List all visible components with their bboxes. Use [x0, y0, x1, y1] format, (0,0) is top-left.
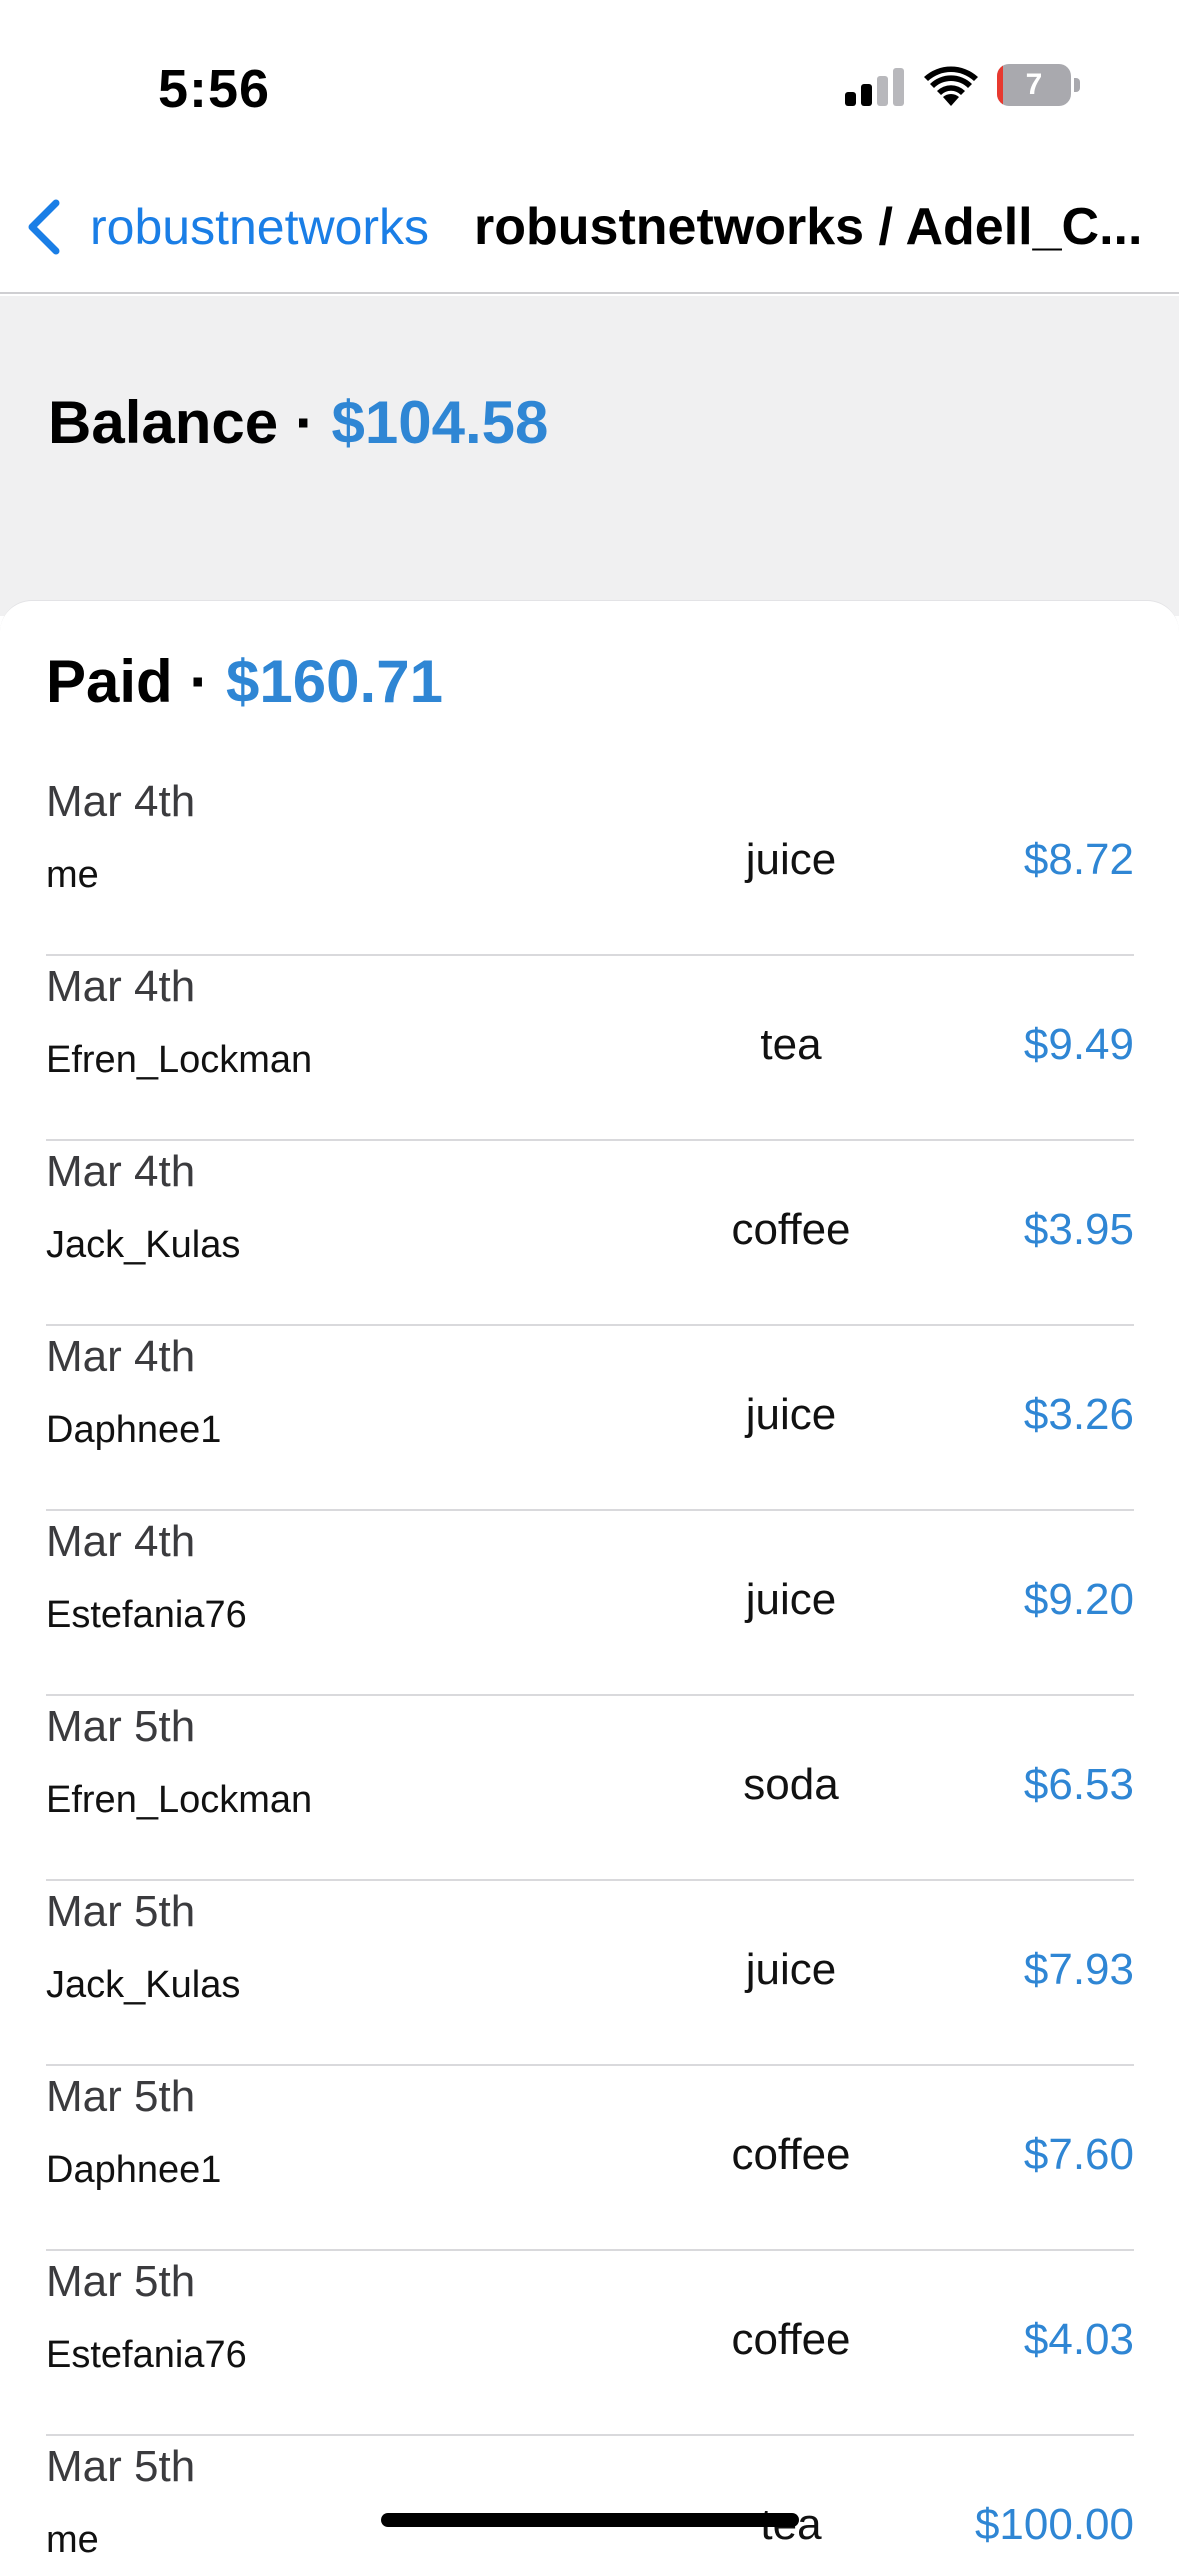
transaction-amount: $8.72 — [1023, 835, 1134, 884]
transaction-amount: $9.20 — [1023, 1575, 1134, 1624]
transaction-person: Daphnee1 — [46, 1409, 222, 1451]
balance-row: Balance · $104.58 — [48, 388, 548, 457]
transaction-person: Estefania76 — [46, 2334, 247, 2376]
transaction-item: juice — [745, 1575, 837, 1624]
status-time: 5:56 — [158, 59, 271, 119]
transaction-item: tea — [760, 1020, 822, 1069]
transaction-row[interactable]: Mar 4th Jack_Kulas coffee $3.95 — [46, 1141, 1134, 1326]
paid-header: Paid · $160.71 — [46, 647, 443, 716]
transaction-amount: $3.95 — [1023, 1205, 1134, 1254]
back-button-label: robustnetworks — [90, 199, 430, 255]
transaction-item: coffee — [731, 2315, 851, 2364]
transaction-person: Estefania76 — [46, 1594, 247, 1636]
transaction-row[interactable]: Mar 5th Efren_Lockman soda $6.53 — [46, 1696, 1134, 1881]
transaction-date: Mar 5th — [46, 2442, 196, 2491]
transaction-row[interactable]: Mar 4th me juice $8.72 — [46, 771, 1134, 956]
transaction-amount: $6.53 — [1023, 1760, 1134, 1809]
transaction-row[interactable]: Mar 5th me tea $100.00 — [46, 2436, 1134, 2556]
balance-amount: $104.58 — [331, 389, 549, 456]
transaction-amount: $9.49 — [1023, 1020, 1134, 1069]
transaction-date: Mar 4th — [46, 962, 196, 1011]
transaction-person: Daphnee1 — [46, 2149, 222, 2191]
transaction-amount: $7.93 — [1023, 1945, 1134, 1994]
transaction-row[interactable]: Mar 4th Daphnee1 juice $3.26 — [46, 1326, 1134, 1511]
transaction-item: soda — [743, 1760, 839, 1809]
transaction-amount: $4.03 — [1023, 2315, 1134, 2364]
transaction-row[interactable]: Mar 5th Estefania76 coffee $4.03 — [46, 2251, 1134, 2436]
transaction-date: Mar 5th — [46, 1887, 196, 1936]
paid-amount: $160.71 — [226, 648, 443, 715]
transaction-row[interactable]: Mar 5th Daphnee1 coffee $7.60 — [46, 2066, 1134, 2251]
transaction-item: coffee — [731, 1205, 851, 1254]
transaction-person: Efren_Lockman — [46, 1779, 313, 1821]
transaction-person: me — [46, 854, 99, 896]
transaction-date: Mar 4th — [46, 1517, 196, 1566]
paid-separator: · — [189, 648, 210, 715]
transaction-item: coffee — [731, 2130, 851, 2179]
transaction-person: me — [46, 2519, 99, 2556]
transaction-date: Mar 5th — [46, 2072, 196, 2121]
battery-level: 7 — [1025, 68, 1043, 101]
transaction-row[interactable]: Mar 5th Jack_Kulas juice $7.93 — [46, 1881, 1134, 2066]
transaction-row[interactable]: Mar 4th Efren_Lockman tea $9.49 — [46, 956, 1134, 1141]
transaction-amount: $3.26 — [1023, 1390, 1134, 1439]
transaction-date: Mar 5th — [46, 2257, 196, 2306]
transaction-item: juice — [745, 1390, 837, 1439]
navigation-bar: robustnetworks robustnetworks / Adell_C.… — [0, 170, 1179, 294]
transaction-amount: $7.60 — [1023, 2130, 1134, 2179]
page-title: robustnetworks / Adell_C... — [474, 198, 1143, 256]
balance-summary: Balance · $104.58 — [0, 296, 1179, 616]
balance-label: Balance — [48, 389, 279, 456]
balance-separator: · — [294, 389, 315, 456]
transaction-date: Mar 4th — [46, 777, 196, 826]
transaction-amount: $100.00 — [974, 2500, 1134, 2549]
transaction-date: Mar 5th — [46, 1702, 196, 1751]
screen: 5:56 7 robustnetworks robustnetworks / A… — [0, 0, 1179, 2556]
chevron-left-icon — [28, 199, 60, 255]
cellular-signal-icon — [845, 66, 905, 106]
paid-sheet: Paid · $160.71 Mar 4th me juice $8.72 Ma… — [0, 600, 1179, 2556]
back-button[interactable]: robustnetworks — [22, 192, 429, 262]
paid-label: Paid — [46, 648, 173, 715]
battery-icon: 7 — [997, 64, 1080, 106]
transaction-date: Mar 4th — [46, 1147, 196, 1196]
transaction-person: Jack_Kulas — [46, 1964, 241, 2006]
transaction-list: Mar 4th me juice $8.72 Mar 4th Efren_Loc… — [46, 771, 1134, 2556]
wifi-icon — [924, 66, 978, 106]
transaction-person: Jack_Kulas — [46, 1224, 241, 1266]
transaction-item: juice — [745, 1945, 837, 1994]
status-bar: 5:56 7 — [0, 0, 1179, 170]
transaction-person: Efren_Lockman — [46, 1039, 313, 1081]
transaction-row[interactable]: Mar 4th Estefania76 juice $9.20 — [46, 1511, 1134, 1696]
transaction-item: juice — [745, 835, 837, 884]
home-indicator[interactable] — [381, 2513, 799, 2527]
transaction-date: Mar 4th — [46, 1332, 196, 1381]
